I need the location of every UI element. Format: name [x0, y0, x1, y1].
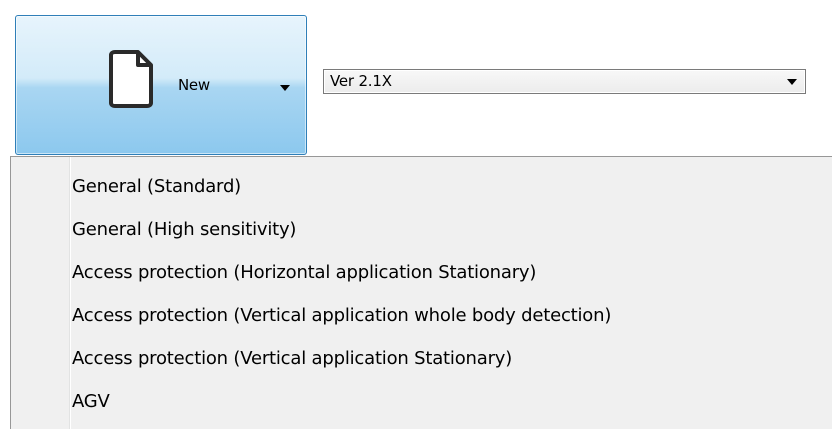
version-select-value: Ver 2.1X	[330, 72, 392, 90]
version-select[interactable]: Ver 2.1X	[323, 69, 806, 94]
menu-item-agv[interactable]: AGV	[72, 386, 812, 418]
menu-item-general-high-sensitivity[interactable]: General (High sensitivity)	[72, 214, 812, 246]
new-dropdown-menu: General (Standard) General (High sensiti…	[10, 156, 832, 429]
menu-item-access-protection-horizontal-stationary[interactable]: Access protection (Horizontal applicatio…	[72, 257, 812, 289]
menu-item-general-standard[interactable]: General (Standard)	[72, 171, 812, 203]
menu-icon-gutter	[11, 157, 69, 429]
dropdown-caret-icon[interactable]	[280, 85, 290, 91]
new-button[interactable]: New	[15, 15, 307, 155]
menu-gutter-separator-highlight	[70, 157, 71, 429]
toolbar: New Ver 2.1X	[0, 0, 832, 158]
menu-item-access-protection-vertical-stationary[interactable]: Access protection (Vertical application …	[72, 343, 812, 375]
document-icon	[109, 50, 153, 108]
new-button-label: New	[178, 76, 210, 94]
menu-item-access-protection-vertical-whole-body[interactable]: Access protection (Vertical application …	[72, 300, 812, 332]
chevron-down-icon[interactable]	[787, 79, 797, 85]
